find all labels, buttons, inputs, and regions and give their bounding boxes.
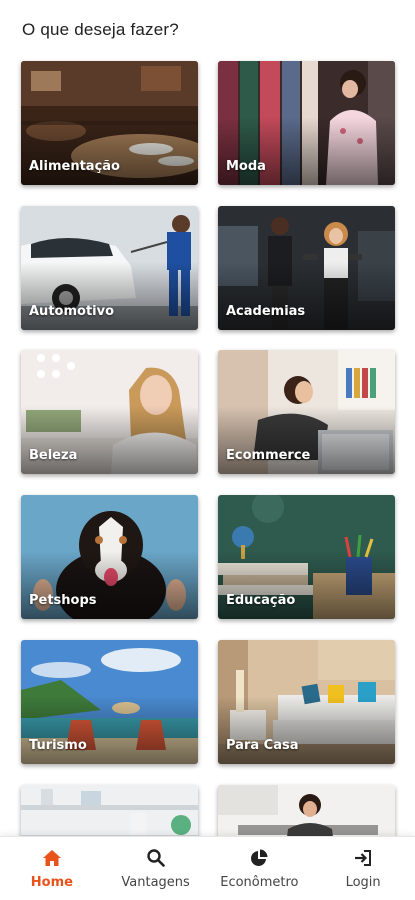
category-card-academias[interactable]: Academias (218, 206, 395, 330)
nav-label: Econômetro (220, 875, 299, 890)
category-label: Beleza (29, 448, 78, 463)
home-icon (42, 850, 61, 866)
category-card-beleza[interactable]: Beleza (21, 350, 198, 474)
category-label: Moda (226, 159, 266, 174)
pie-chart-icon (251, 849, 268, 866)
nav-label: Home (30, 875, 73, 890)
category-card-automotivo[interactable]: Automotivo (21, 206, 198, 330)
category-card-ecommerce[interactable]: Ecommerce (218, 350, 395, 474)
category-card-alimentacao[interactable]: Alimentação (21, 61, 198, 185)
category-card-turismo[interactable]: Turismo (21, 640, 198, 764)
category-card-moda[interactable]: Moda (218, 61, 395, 185)
nav-label: Vantagens (121, 875, 190, 890)
category-label: Para Casa (226, 738, 299, 753)
nav-item-login[interactable]: Login (311, 837, 415, 900)
nav-label: Login (345, 875, 381, 890)
category-label: Automotivo (29, 304, 115, 319)
category-label: Turismo (29, 738, 87, 753)
login-icon (355, 850, 372, 866)
category-card-petshops[interactable]: Petshops (21, 495, 198, 619)
nav-item-vantagens[interactable]: Vantagens (104, 837, 208, 900)
category-label: Educação (226, 593, 296, 608)
category-card-para-casa[interactable]: Para Casa (218, 640, 395, 764)
nav-item-econometro[interactable]: Econômetro (208, 837, 312, 900)
category-label: Alimentação (29, 159, 120, 174)
category-card-educacao[interactable]: Educação (218, 495, 395, 619)
page-title: O que deseja fazer? (22, 20, 179, 39)
category-label: Ecommerce (226, 448, 311, 463)
search-icon (146, 849, 165, 867)
category-label: Academias (226, 304, 306, 319)
bottom-navigation: Home Vantagens Econômetro Login (0, 836, 415, 900)
category-label: Petshops (29, 593, 97, 608)
nav-item-home[interactable]: Home (0, 837, 104, 900)
